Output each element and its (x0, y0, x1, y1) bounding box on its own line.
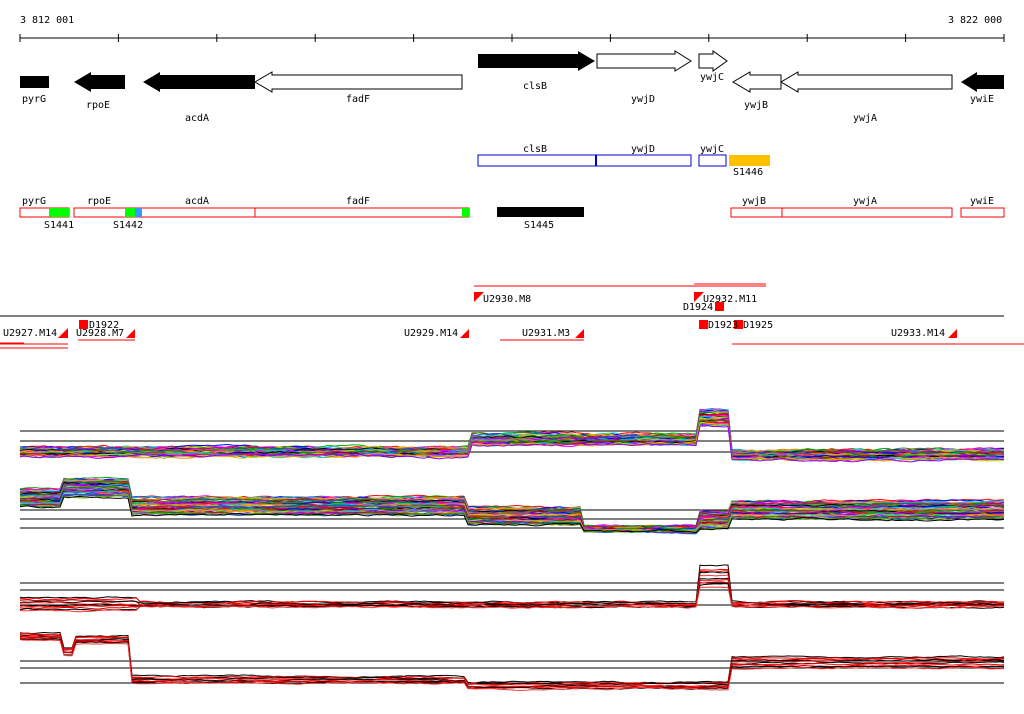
gene-ywjA[interactable] (780, 71, 953, 93)
feature-label-S1446: S1446 (733, 167, 763, 178)
expression-trace (19, 571, 1005, 606)
red-box-ywjB-ywjA[interactable] (730, 207, 953, 218)
feature-green-end-fadF (462, 208, 469, 217)
gene-fadF[interactable] (254, 71, 463, 93)
expression-trace (19, 632, 1005, 685)
profile-panel-4 (19, 631, 1005, 692)
feature-label-S1442: S1442 (113, 220, 143, 231)
segment-label-U2930: U2930.M8 (483, 294, 531, 305)
red-label-ywjB: ywjB (742, 196, 766, 207)
segment-label-U2932: U2932.M11 (703, 294, 757, 305)
coord-end-label: 3 822 000 (948, 15, 1002, 26)
segment-label-U2929: U2929.M14 (404, 328, 458, 339)
gene-label-pyrG: pyrG (22, 94, 46, 105)
segment-label-D1925: D1925 (743, 320, 773, 331)
expression-trace (19, 635, 1005, 686)
profile-panel-1 (19, 407, 1005, 463)
segment-end-marker-2 (126, 329, 135, 338)
expression-profile-panels (19, 407, 1005, 692)
coord-start-label: 3 812 001 (20, 15, 74, 26)
gene-ywiE[interactable] (961, 72, 1004, 92)
red-label-acdA: acdA (185, 196, 209, 207)
feature-label-S1445: S1445 (524, 220, 554, 231)
panel-3-traces (19, 564, 1005, 613)
feature-label-S1441: S1441 (44, 220, 74, 231)
gene-label-fadF: fadF (346, 94, 370, 105)
genome-browser-canvas: 3 812 001 3 822 000 pyrG rpoE acdA fadF … (0, 15, 1024, 692)
gene-ywjD[interactable] (596, 50, 692, 72)
expression-trace (19, 410, 1005, 454)
expression-trace (19, 568, 1005, 605)
segment-end-marker-4 (575, 329, 584, 338)
red-label-ywiE: ywiE (970, 196, 994, 207)
expression-trace (19, 634, 1005, 686)
panel-1-traces (19, 407, 1005, 463)
expression-trace (19, 570, 1005, 606)
panel-2-traces (19, 476, 1005, 535)
gene-label-ywjD: ywjD (631, 94, 655, 105)
gene-ywjB[interactable] (732, 71, 782, 93)
blue-label-clsB: clsB (523, 144, 547, 155)
blue-box-clsB-ywjD[interactable] (477, 154, 692, 167)
segment-label-U2927: U2927.M14 (3, 328, 57, 339)
coordinate-ruler: 3 812 001 3 822 000 (19, 15, 1005, 42)
feature-S1445[interactable] (497, 207, 584, 217)
blue-feature-track: clsB ywjD ywjC S1446 (477, 144, 770, 178)
profile-panel-3 (19, 564, 1005, 613)
red-label-ywjA: ywjA (853, 196, 877, 207)
red-feature-track: pyrG rpoE acdA fadF ywjB ywjA ywiE S1441… (19, 196, 1005, 231)
segment-track: U2927.M14 D1922 U2928.M7 U2929.M14 U2930… (0, 283, 1024, 349)
red-box-ywiE[interactable] (960, 207, 1005, 218)
expression-trace (19, 586, 1005, 613)
gene-pyrG[interactable] (20, 76, 49, 88)
gene-label-clsB: clsB (523, 81, 547, 92)
feature-S1442-blue-part (135, 208, 142, 217)
gene-track: pyrG rpoE acdA fadF clsB ywjD ywjC ywjB … (20, 50, 1004, 124)
profile-panel-2 (19, 476, 1005, 535)
gene-label-ywjB: ywjB (744, 100, 768, 111)
expression-trace (19, 631, 1005, 685)
segment-end-marker-3 (460, 329, 469, 338)
gene-rpoE[interactable] (74, 72, 125, 92)
gene-label-acdA: acdA (185, 113, 209, 124)
gene-label-ywjC: ywjC (700, 72, 724, 83)
gene-ywjC[interactable] (698, 50, 728, 72)
blue-label-ywjC: ywjC (700, 144, 724, 155)
blue-box-ywjC[interactable] (698, 154, 727, 167)
segment-label-D1923: D1923 (708, 320, 738, 331)
blue-label-ywjD: ywjD (631, 144, 655, 155)
gene-label-ywiE: ywiE (970, 94, 994, 105)
red-label-rpoE: rpoE (87, 196, 111, 207)
red-label-pyrG: pyrG (22, 196, 46, 207)
gene-label-rpoE: rpoE (86, 100, 110, 111)
expression-trace (19, 564, 1005, 604)
segment-label-U2931: U2931.M3 (522, 328, 570, 339)
expression-trace (19, 636, 1005, 688)
segment-end-marker-5 (948, 329, 957, 338)
gene-acdA[interactable] (143, 72, 255, 92)
feature-S1442[interactable] (125, 208, 135, 217)
feature-S1446[interactable] (729, 155, 770, 166)
marker-D1923[interactable] (699, 320, 708, 329)
red-label-fadF: fadF (346, 196, 370, 207)
segment-label-U2928: U2928.M7 (76, 328, 124, 339)
segment-end-marker-1 (58, 328, 68, 338)
segment-label-U2933: U2933.M14 (891, 328, 945, 339)
gene-label-ywjA: ywjA (853, 113, 877, 124)
feature-S1441[interactable] (49, 208, 69, 217)
gene-clsB[interactable] (478, 51, 595, 71)
